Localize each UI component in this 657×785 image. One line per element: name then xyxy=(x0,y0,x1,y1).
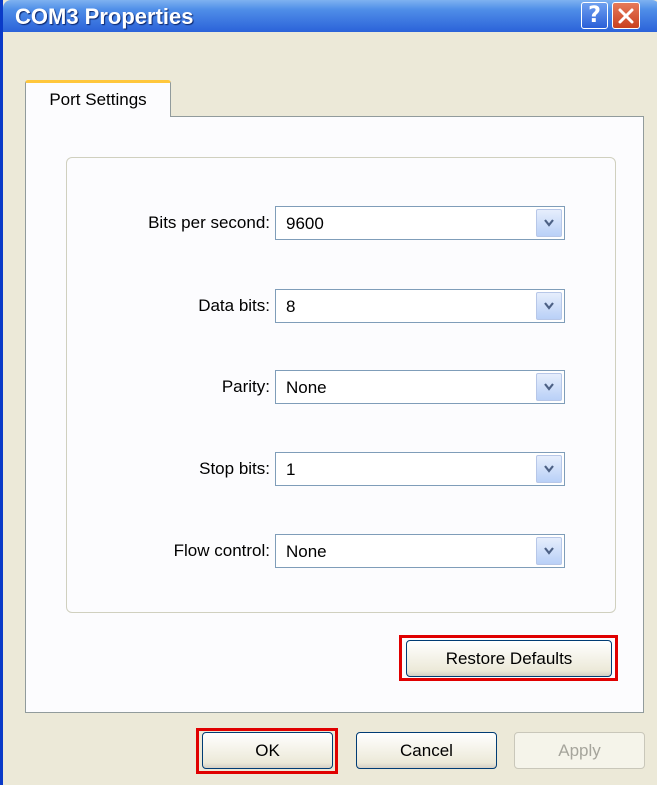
bits-per-second-dropdown-button[interactable] xyxy=(536,209,562,237)
parity-dropdown-button[interactable] xyxy=(536,373,562,401)
flow-control-select[interactable]: None xyxy=(275,534,565,568)
close-icon xyxy=(618,8,634,23)
bits-per-second-value: 9600 xyxy=(286,214,324,233)
apply-label: Apply xyxy=(558,740,601,760)
apply-button[interactable]: Apply xyxy=(514,732,645,769)
properties-dialog: COM3 Properties ? Port Settings Bits per… xyxy=(0,0,657,785)
tab-port-settings[interactable]: Port Settings xyxy=(25,80,171,117)
data-bits-label: Data bits: xyxy=(198,296,270,315)
restore-defaults-label: Restore Defaults xyxy=(445,648,573,668)
stop-bits-dropdown-button[interactable] xyxy=(536,455,562,483)
stop-bits-select[interactable]: 1 xyxy=(275,452,565,486)
chevron-down-icon xyxy=(544,219,554,227)
help-icon: ? xyxy=(588,2,601,28)
data-bits-dropdown-button[interactable] xyxy=(536,292,562,320)
chevron-down-icon xyxy=(544,302,554,310)
chevron-down-icon xyxy=(544,383,554,391)
title-bar[interactable]: COM3 Properties ? xyxy=(3,0,657,32)
parity-value: None xyxy=(286,378,327,397)
stop-bits-label: Stop bits: xyxy=(199,459,270,478)
stop-bits-value: 1 xyxy=(286,460,296,479)
flow-control-label: Flow control: xyxy=(173,541,270,560)
chevron-down-icon xyxy=(544,465,554,473)
flow-control-value: None xyxy=(286,542,327,561)
bits-per-second-select[interactable]: 9600 xyxy=(275,206,565,240)
data-bits-value: 8 xyxy=(286,297,296,316)
tab-label: Port Settings xyxy=(49,90,147,109)
flow-control-dropdown-button[interactable] xyxy=(536,537,562,565)
ok-button[interactable]: OK xyxy=(202,732,333,769)
ok-label: OK xyxy=(255,740,280,760)
bits-per-second-label: Bits per second: xyxy=(148,213,270,232)
help-button[interactable]: ? xyxy=(581,2,608,29)
restore-defaults-button[interactable]: Restore Defaults xyxy=(406,640,612,677)
close-button[interactable] xyxy=(612,2,640,29)
parity-select[interactable]: None xyxy=(275,370,565,404)
cancel-label: Cancel xyxy=(400,740,453,760)
chevron-down-icon xyxy=(544,547,554,555)
cancel-button[interactable]: Cancel xyxy=(356,732,497,769)
parity-label: Parity: xyxy=(221,377,270,396)
window-title: COM3 Properties xyxy=(15,4,194,29)
data-bits-select[interactable]: 8 xyxy=(275,289,565,323)
